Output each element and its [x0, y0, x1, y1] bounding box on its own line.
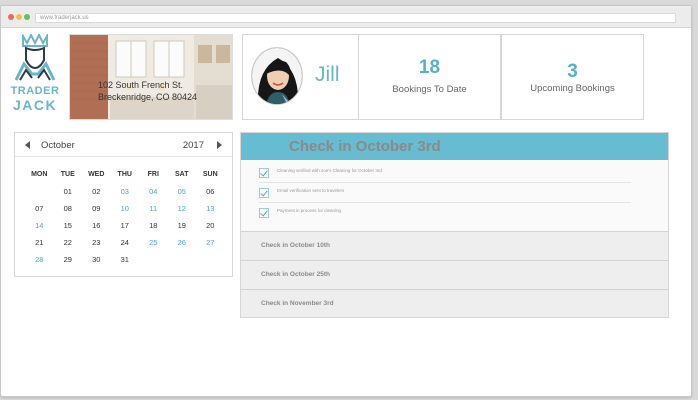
bookings-to-date-label: Bookings To Date	[392, 84, 467, 95]
calendar-week-row: 28 29 30 31	[25, 254, 225, 271]
calendar-empty-cell	[139, 254, 168, 271]
address-bar[interactable]: www.traderjack.us	[35, 13, 676, 23]
calendar-day[interactable]: 31	[111, 254, 140, 271]
checkin-task: Payment in process for cleaning	[259, 203, 631, 223]
checkin-collapsed-item[interactable]: Check in October 10th	[241, 231, 668, 260]
previous-month-icon[interactable]	[25, 141, 30, 149]
calendar-empty-cell	[168, 254, 197, 271]
next-month-icon[interactable]	[217, 141, 222, 149]
calendar-header: October 2017	[15, 133, 232, 157]
calendar-day[interactable]: 24	[111, 237, 140, 254]
weekday-label: FRI	[147, 171, 159, 178]
checkin-collapsed-label: Check in October 25th	[261, 271, 330, 278]
calendar-day[interactable]: 11	[139, 203, 168, 220]
calendar-week-row: 07 08 09 10 11 12 13	[25, 203, 225, 220]
calendar-day[interactable]: 20	[196, 220, 225, 237]
weekday-label: WED	[88, 171, 105, 178]
calendar-grid: MON TUE WED THU FRI SAT SUN 01 02 03 04 05 06…	[25, 169, 225, 271]
checkin-collapsed-item[interactable]: Check in November 3rd	[241, 289, 668, 317]
checkbox-checked[interactable]	[259, 168, 269, 178]
calendar-weeks: 01 02 03 04 05 06 07 08 09 10 11 12 13 14 15 16 17 18 19 20…	[25, 186, 225, 271]
calendar-day[interactable]: 22	[54, 237, 83, 254]
calendar-day[interactable]: 17	[111, 220, 140, 237]
profile-name: Jill	[315, 63, 340, 86]
weekday-label: MON	[31, 171, 48, 178]
checkin-active-header[interactable]: Check in October 3rd	[241, 133, 668, 160]
upcoming-bookings-label: Upcoming Bookings	[530, 83, 615, 94]
property-address: 102 South French St. Breckenridge, CO 80…	[98, 79, 197, 103]
checkin-task: Email verification sent to travelers	[259, 183, 631, 203]
calendar-day[interactable]: 07	[25, 203, 54, 220]
calendar-day[interactable]: 18	[139, 220, 168, 237]
calendar-day[interactable]: 05	[168, 186, 197, 203]
calendar-empty-cell	[196, 254, 225, 271]
minimize-window-button[interactable]	[16, 14, 22, 20]
avatar	[251, 47, 303, 105]
calendar-day[interactable]: 29	[54, 254, 83, 271]
close-window-button[interactable]	[8, 14, 14, 20]
calendar-day[interactable]: 13	[196, 203, 225, 220]
calendar-day[interactable]: 14	[25, 220, 54, 237]
calendar-day[interactable]: 23	[82, 237, 111, 254]
calendar-day[interactable]: 08	[54, 203, 83, 220]
calendar-day[interactable]: 16	[82, 220, 111, 237]
weekday-label: SUN	[202, 171, 218, 178]
calendar-day[interactable]: 19	[168, 220, 197, 237]
trader-jack-logo[interactable]: TRADER JACK	[10, 34, 60, 114]
calendar-empty-cell	[25, 186, 54, 203]
calendar-day[interactable]: 27	[196, 237, 225, 254]
calendar-day[interactable]: 15	[54, 220, 83, 237]
crown-icon	[14, 34, 56, 81]
checkin-accordion: Check in October 3rd Cleaning verified w…	[240, 132, 669, 318]
calendar-day[interactable]: 21	[25, 237, 54, 254]
upcoming-bookings-value: 3	[567, 61, 578, 82]
calendar-day[interactable]: 09	[82, 203, 111, 220]
task-text: Payment in process for cleaning	[277, 208, 342, 213]
weekday-label: SAT	[175, 171, 189, 178]
checkbox-checked[interactable]	[259, 188, 269, 198]
checkin-task: Cleaning verified with Joe's Cleaning fo…	[259, 163, 631, 183]
address-line-1: 102 South French St.	[98, 80, 184, 90]
calendar-day[interactable]: 02	[82, 186, 111, 203]
task-text: Cleaning verified with Joe's Cleaning fo…	[277, 168, 382, 173]
avatar-portrait	[252, 48, 302, 104]
checkin-collapsed-item[interactable]: Check in October 25th	[241, 260, 668, 289]
weekday-label: TUE	[60, 171, 75, 178]
upcoming-bookings-card[interactable]: 3 Upcoming Bookings	[501, 34, 644, 120]
property-photo: 102 South French St. Breckenridge, CO 80…	[69, 34, 233, 120]
browser-chrome: www.traderjack.us	[1, 6, 691, 28]
checkin-collapsed-label: Check in November 3rd	[261, 300, 334, 307]
calendar-day[interactable]: 12	[168, 203, 197, 220]
calendar-day[interactable]: 26	[168, 237, 197, 254]
calendar-day[interactable]: 04	[139, 186, 168, 203]
task-text: Email verification sent to travelers	[277, 188, 345, 193]
calendar-day[interactable]: 25	[139, 237, 168, 254]
calendar-day[interactable]: 03	[111, 186, 140, 203]
calendar-day[interactable]: 28	[25, 254, 54, 271]
calendar-week-row: 01 02 03 04 05 06	[25, 186, 225, 203]
logo-text-jack: JACK	[12, 97, 58, 113]
checkin-task-list: Cleaning verified with Joe's Cleaning fo…	[241, 160, 668, 231]
calendar-day[interactable]: 06	[196, 186, 225, 203]
weekday-label: THU	[117, 171, 132, 178]
maximize-window-button[interactable]	[24, 14, 30, 20]
calendar-day[interactable]: 10	[111, 203, 140, 220]
calendar-month: October	[41, 140, 75, 151]
calendar-day[interactable]: 01	[54, 186, 83, 203]
booking-calendar: October 2017 MON TUE WED THU FRI SAT SUN…	[14, 132, 233, 277]
bookings-to-date-value: 18	[418, 57, 441, 78]
checkbox-checked[interactable]	[259, 208, 269, 218]
address-line-2: Breckenridge, CO 80424	[98, 92, 198, 102]
checkin-active-title: Check in October 3rd	[289, 138, 441, 155]
checkin-collapsed-label: Check in October 10th	[261, 242, 330, 249]
bookings-to-date-card[interactable]: 18 Bookings To Date	[358, 34, 501, 120]
profile-card[interactable]: Jill	[242, 34, 359, 120]
calendar-day[interactable]: 30	[82, 254, 111, 271]
weekday-header-row: MON TUE WED THU FRI SAT SUN	[25, 169, 225, 186]
calendar-year: 2017	[182, 140, 204, 151]
calendar-week-row: 14 15 16 17 18 19 20	[25, 220, 225, 237]
calendar-week-row: 21 22 23 24 25 26 27	[25, 237, 225, 254]
logo-text-trader: TRADER	[10, 85, 60, 97]
kitchen-photo-illustration	[70, 35, 232, 119]
